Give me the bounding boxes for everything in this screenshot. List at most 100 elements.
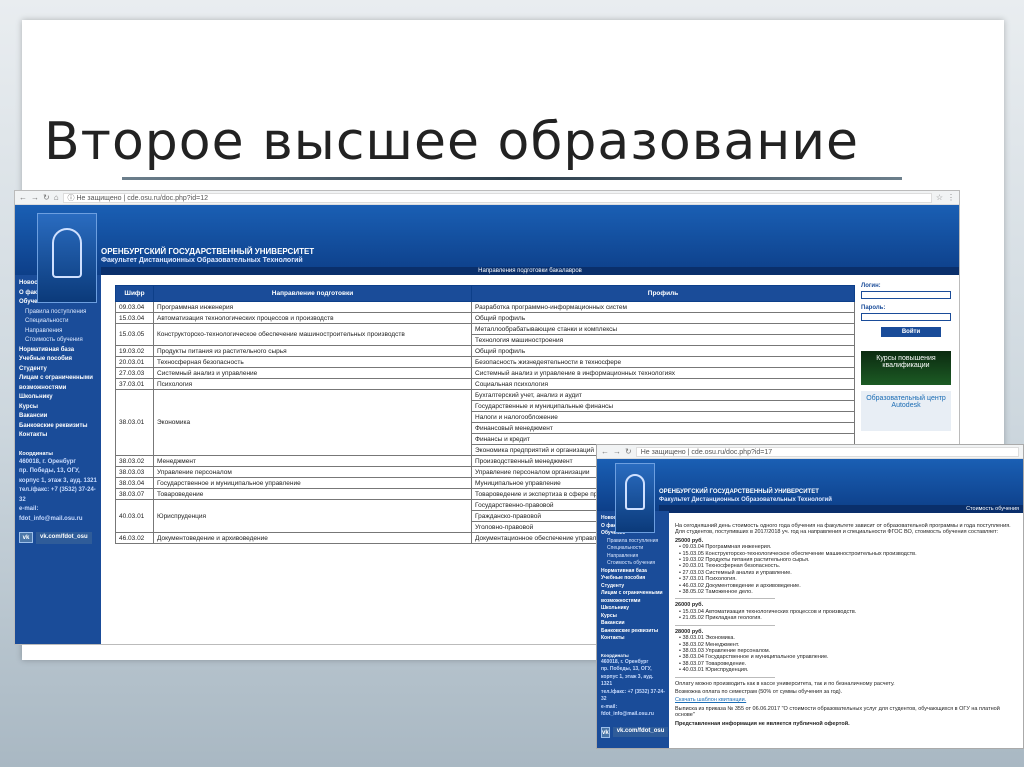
vk-link[interactable]: vk vk.com/fdot_osu <box>19 532 97 544</box>
nav-item[interactable]: Лицам с ограниченными возможностями <box>19 374 97 393</box>
table-row: 38.03.01 Экономика Бухгалтерский учет, ана… <box>115 389 855 456</box>
contact-line: пр. Победы, 13, ОГУ, <box>601 666 652 672</box>
university-name-2: ОРЕНБУРГСКИЙ ГОСУДАРСТВЕННЫЙ УНИВЕРСИТЕТ <box>659 489 819 495</box>
nav-item[interactable]: Банковские реквизиты <box>19 422 97 432</box>
nav-item[interactable]: Учебные пособия <box>601 575 665 583</box>
reload-icon[interactable]: ↻ <box>43 193 50 202</box>
faculty-name-2: Факультет Дистанционных Образовательных … <box>659 497 832 503</box>
nav-item[interactable]: Лицам с ограниченными возможностями <box>601 590 665 605</box>
list-item: 21.05.02 Прикладная геология. <box>679 615 1020 621</box>
contact-line: тел./факс: +7 (3532) 37-24-32 <box>601 688 665 703</box>
nav-item[interactable]: Стоимость обучения <box>19 336 97 346</box>
contact-line: корпус 1, этаж 3, ауд. 1321 <box>601 673 654 688</box>
bookmark-star-icon[interactable]: ☆ <box>936 193 943 202</box>
section-title-2: Стоимость обучения <box>659 505 1023 513</box>
separator <box>675 676 775 678</box>
university-name: ОРЕНБУРГСКИЙ ГОСУДАРСТВЕННЫЙ УНИВЕРСИТЕТ <box>101 247 315 256</box>
nav-item[interactable]: Контакты <box>19 431 97 441</box>
direction-cell: Документоведение и архивоведение <box>153 532 472 544</box>
emblem-icon <box>52 228 82 278</box>
nav-item[interactable]: Вакансии <box>19 412 97 422</box>
vk-icon: vk <box>19 532 33 544</box>
reload-icon[interactable]: ↻ <box>625 447 632 456</box>
address-bar[interactable]: ⓘ Не защищено | cde.osu.ru/doc.php?id=12 <box>62 192 932 203</box>
nav-item[interactable]: Курсы <box>601 613 665 621</box>
cost-intro: На сегодняшний день стоимость одного год… <box>675 523 1011 536</box>
program-list: 09.03.04 Программная инженерия.15.03.05 … <box>675 544 1020 595</box>
profile-cell: Системный анализ и управление в информац… <box>471 367 855 379</box>
profile-cell: Безопасность жизнедеятельности в техносф… <box>471 356 855 368</box>
password-input[interactable] <box>861 313 951 321</box>
nav-item[interactable]: Специальности <box>601 545 665 553</box>
nav-item[interactable]: Направления <box>601 553 665 561</box>
nav-item[interactable]: Вакансии <box>601 620 665 628</box>
faculty-name: Факультет Дистанционных Образовательных … <box>101 257 303 264</box>
contacts-block: Координаты 460018, г. Оренбург пр. Победы… <box>19 451 97 525</box>
emblem-icon <box>625 474 645 510</box>
contacts-heading: Координаты <box>19 450 53 457</box>
nav-item[interactable]: Стоимость обучения <box>601 560 665 568</box>
nav-item[interactable]: Курсы <box>19 403 97 413</box>
code-cell: 37.03.01 <box>115 378 154 390</box>
footer-line[interactable]: Скачать шаблон квитанции. <box>675 697 1020 703</box>
university-logo-2[interactable] <box>615 463 655 533</box>
nav-item[interactable]: Студенту <box>19 365 97 375</box>
code-cell: 38.03.02 <box>115 455 154 467</box>
menu-icon[interactable]: ⋮ <box>947 193 955 202</box>
code-cell: 38.03.03 <box>115 466 154 478</box>
program-list: 15.03.04 Автоматизация технологических п… <box>675 609 1020 622</box>
contact-line: e-mail: fdot_info@mail.osu.ru <box>601 703 654 718</box>
home-icon[interactable]: ⌂ <box>54 193 59 202</box>
lock-icon: ⓘ <box>67 194 75 202</box>
nav-item[interactable]: Специальности <box>19 317 97 327</box>
nav-item[interactable]: Студенту <box>601 583 665 591</box>
direction-cell: Товароведение <box>153 488 472 500</box>
direction-cell: Психология <box>153 378 472 390</box>
login-button[interactable]: Войти <box>881 327 941 337</box>
forward-icon[interactable]: → <box>31 193 39 202</box>
column-header-profile: Профиль <box>471 285 855 302</box>
code-cell: 19.03.02 <box>115 345 154 357</box>
code-cell: 09.03.04 <box>115 301 154 313</box>
nav-item[interactable]: Правила поступления <box>601 538 665 546</box>
nav-item[interactable]: Направления <box>19 327 97 337</box>
vk-link-2[interactable]: vk vk.com/fdot_osu <box>601 726 669 738</box>
courses-banner[interactable]: Курсы повышения квалификации <box>861 351 951 385</box>
profile-cell: Налоги и налогообложение <box>471 411 855 423</box>
nav-item[interactable]: Нормативная база <box>601 568 665 576</box>
site-header-2: ОРЕНБУРГСКИЙ ГОСУДАРСТВЕННЫЙ УНИВЕРСИТЕТ… <box>597 459 1023 533</box>
program-list: 38.03.01 Экономика.38.03.02 Менеджмент.3… <box>675 635 1020 673</box>
nav-item[interactable]: Правила поступления <box>19 308 97 318</box>
code-cell: 38.03.04 <box>115 477 154 489</box>
profile-cell: Бухгалтерский учет, анализ и аудит <box>471 389 855 401</box>
footer-line: Возможна оплата по семестрам (50% от сум… <box>675 688 843 695</box>
login-label: Логин: <box>861 283 881 289</box>
login-input[interactable] <box>861 291 951 299</box>
profile-cell: Государственные и муниципальные финансы <box>471 400 855 412</box>
forward-icon[interactable]: → <box>613 447 621 456</box>
code-cell: 46.03.02 <box>115 532 154 544</box>
autodesk-banner[interactable]: Образовательный центр Autodesk <box>861 391 951 431</box>
nav-item[interactable]: Банковские реквизиты <box>601 628 665 636</box>
code-cell: 38.03.07 <box>115 488 154 500</box>
nav-item[interactable]: Учебные пособия <box>19 355 97 365</box>
url-text-2: cde.osu.ru/doc.php?id=17 <box>691 448 773 456</box>
contacts-block-2: Координаты 460018, г. Оренбург пр. Победы… <box>601 653 665 719</box>
direction-cell: Системный анализ и управление <box>153 367 472 379</box>
table-row: 19.03.02 Продукты питания из растительног… <box>115 345 855 357</box>
footer-line: Оплату можно производить как в кассе уни… <box>675 680 895 687</box>
university-logo[interactable] <box>37 213 97 303</box>
url-text: cde.osu.ru/doc.php?id=12 <box>127 194 208 202</box>
address-bar-2[interactable]: Не защищено | cde.osu.ru/doc.php?id=17 <box>635 446 1019 457</box>
nav-item[interactable]: Нормативная база <box>19 346 97 356</box>
nav-item[interactable]: Контакты <box>601 635 665 643</box>
slide-title: Второе высшее образование <box>44 112 860 172</box>
nav-item[interactable]: Школьнику <box>601 605 665 613</box>
back-icon[interactable]: ← <box>601 447 609 456</box>
nav-item[interactable]: Школьнику <box>19 393 97 403</box>
direction-cell: Экономика <box>153 389 472 456</box>
table-row: 15.03.04 Автоматизация технологических пр… <box>115 312 855 324</box>
direction-cell: Продукты питания из растительного сырья <box>153 345 472 357</box>
back-icon[interactable]: ← <box>19 193 27 202</box>
direction-cell: Программная инженерия <box>153 301 472 313</box>
